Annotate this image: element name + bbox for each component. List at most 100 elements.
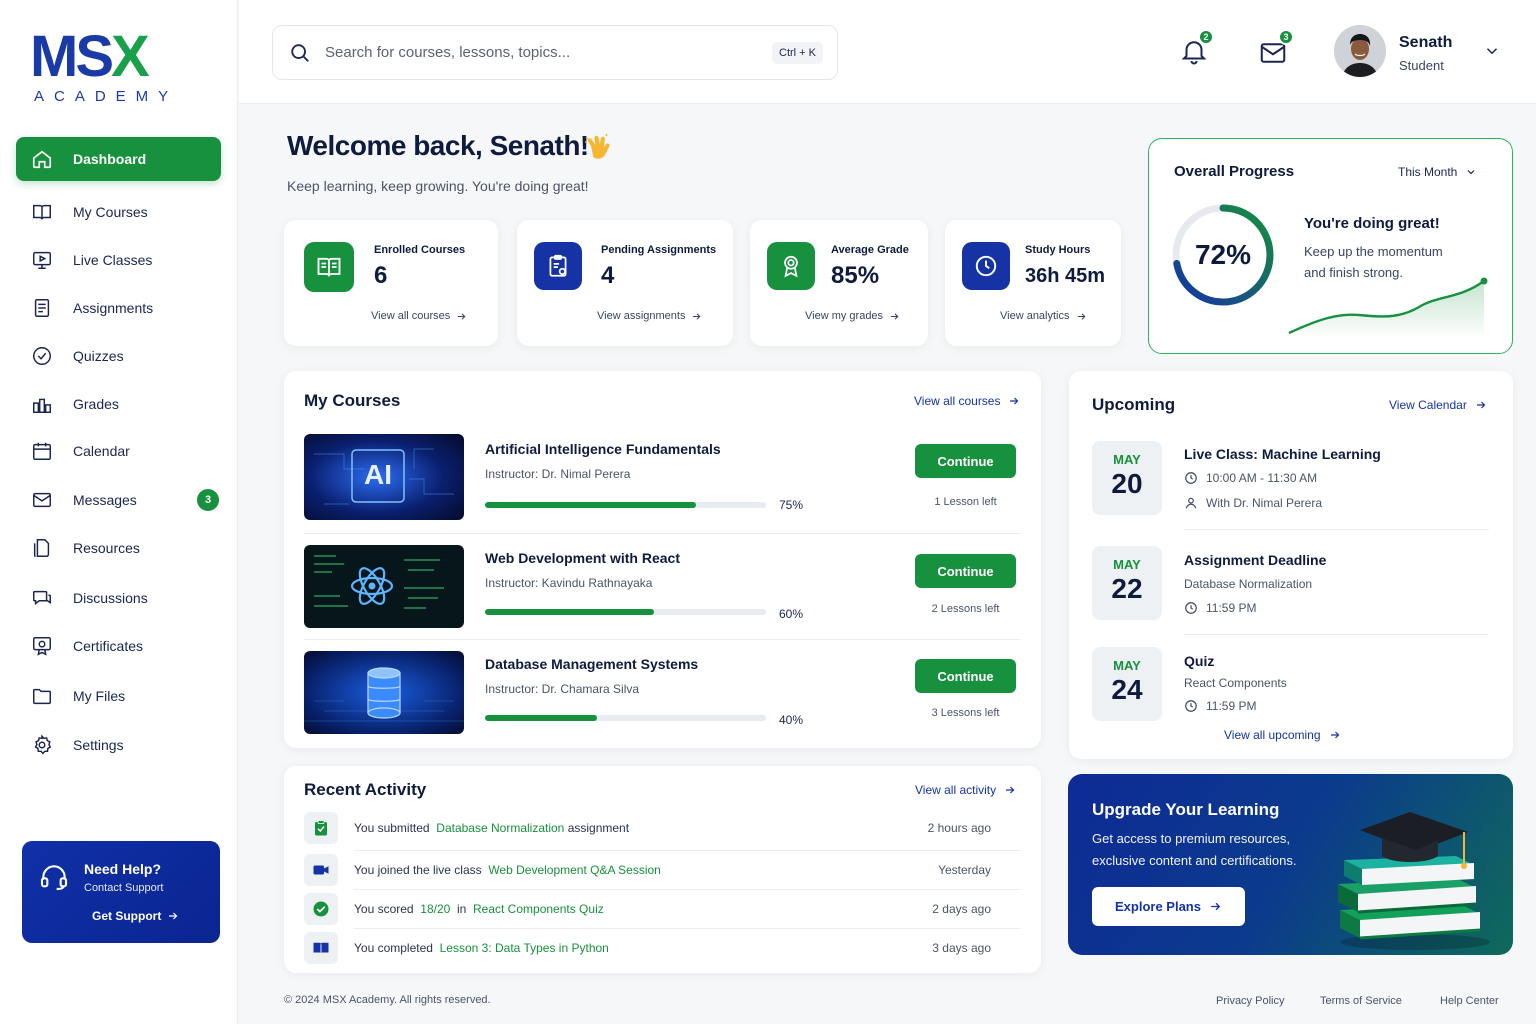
chevron-down-icon [1467,170,1475,175]
chart-icon [33,398,51,413]
lessons-left: 3 Lessons left [931,707,1000,719]
sidebar-item-quizzes[interactable]: Quizzes [16,334,221,378]
upcoming-detail: Database Normalization [1184,577,1312,591]
check-circle-icon [33,347,51,365]
sidebar-item-grades[interactable]: Grades [16,382,221,426]
clipboard-icon [534,242,582,290]
sidebar-item-dashboard[interactable]: Dashboard [16,137,221,181]
activity-highlight[interactable]: Lesson 3: Data Types in Python [440,941,609,955]
date-day: 24 [1111,674,1143,705]
sidebar-item-assignments[interactable]: Assignments [16,286,221,330]
search-input[interactable] [325,44,773,61]
view-all-activity-link[interactable]: View all activity [915,783,1016,797]
activity-pre: You submitted [354,821,430,835]
period-label: This Month [1398,165,1458,179]
activity-row[interactable]: You scored 18/20 in React Components Qui… [304,891,1021,927]
course-thumbnail-react [304,545,464,628]
continue-button[interactable]: Continue [915,444,1016,478]
arrow-right-icon [1476,401,1486,409]
clock-icon [962,242,1010,290]
sidebar-item-my-files[interactable]: My Files [16,674,221,718]
view-analytics-link[interactable]: View analytics [1000,310,1087,322]
date-month: MAY [1113,658,1141,673]
sidebar-item-label: Quizzes [73,348,124,364]
link-label: View all upcoming [1224,728,1321,742]
explore-plans-button[interactable]: Explore Plans [1092,887,1245,926]
detail-text: 11:59 PM [1206,699,1257,713]
overall-progress-card: Overall Progress This Month 72% You're d… [1148,138,1513,354]
continue-button[interactable]: Continue [915,554,1016,588]
activity-highlight[interactable]: Database Normalization [436,821,564,835]
clock-icon [1185,700,1197,712]
graduation-books-illustration [1338,812,1490,950]
help-center-link[interactable]: Help Center [1440,995,1499,1007]
course-row[interactable]: AI Artificial Intelligence Fundamentals … [304,434,1021,522]
activity-text: You scored 18/20 in React Components Qui… [354,902,604,916]
page-subtitle: Keep learning, keep growing. You're doin… [287,178,589,194]
check-badge-icon [304,893,338,925]
logo[interactable]: MSX ACADEMY [30,28,180,106]
activity-highlight[interactable]: React Components Quiz [473,902,604,916]
sidebar-item-my-courses[interactable]: My Courses [16,190,221,234]
stat-value: 4 [601,262,615,289]
view-all-courses-link[interactable]: View all courses [371,310,467,322]
view-all-courses-link[interactable]: View all courses [914,394,1020,408]
activity-time: 2 hours ago [927,821,991,835]
sidebar-item-live-classes[interactable]: Live Classes [16,238,221,282]
view-all-upcoming-link[interactable]: View all upcoming [1224,728,1341,742]
sidebar-item-messages[interactable]: Messages 3 [16,478,221,522]
activity-row[interactable]: You submitted Database Normalization ass… [304,810,1021,846]
section-title: Upcoming [1092,395,1176,414]
link-label: View assignments [597,310,686,322]
sidebar-item-discussions[interactable]: Discussions [16,576,221,620]
sidebar-item-label: My Files [73,688,126,704]
link-label: View all activity [915,783,997,797]
activity-time: 3 days ago [932,941,991,955]
sidebar-item-resources[interactable]: Resources [16,526,221,570]
sidebar-item-label: Settings [73,737,124,753]
view-my-grades-link[interactable]: View my grades [805,310,900,322]
course-progress-percent: 40% [779,713,804,727]
date-month: MAY [1113,557,1141,572]
book-icon [33,204,51,220]
sidebar-item-certificates[interactable]: Certificates [16,624,221,668]
avatar[interactable] [1334,25,1386,77]
progress-sparkline [1288,277,1488,339]
stat-value: 36h 45m [1025,265,1106,287]
gear-icon [34,734,52,755]
terms-of-service-link[interactable]: Terms of Service [1320,995,1402,1007]
activity-pre: You completed [354,941,433,955]
course-name: Web Development with React [485,550,681,566]
course-progress-fill [485,609,654,615]
activity-highlight[interactable]: Web Development Q&A Session [488,863,661,877]
view-assignments-link[interactable]: View assignments [597,310,702,322]
sidebar-item-calendar[interactable]: Calendar [16,429,221,473]
sidebar-item-label: Resources [73,540,140,556]
clipboard-check-icon [304,812,338,844]
privacy-policy-link[interactable]: Privacy Policy [1216,995,1284,1007]
date-badge: MAY 24 [1092,647,1162,721]
course-thumbnail-database [304,651,464,734]
certificate-icon [33,637,51,656]
user-name[interactable]: Senath [1399,34,1452,52]
date-badge: MAY 20 [1092,441,1162,515]
sidebar-item-label: Assignments [73,300,154,316]
activity-row[interactable]: You completed Lesson 3: Data Types in Py… [304,930,1021,966]
search-bar[interactable]: Ctrl + K [272,25,838,80]
get-support-button[interactable]: Get Support [92,909,179,923]
course-row[interactable]: Database Management Systems Instructor: … [304,651,1021,735]
help-card: Need Help? Contact Support Get Support [22,841,220,943]
activity-text: You submitted Database Normalization ass… [354,821,629,835]
activity-time: 2 days ago [932,902,991,916]
activity-row[interactable]: You joined the live class Web Developmen… [304,852,1021,888]
period-select[interactable]: This Month [1398,165,1477,179]
arrow-right-icon [890,312,899,320]
activity-pre: You joined the live class [354,863,482,877]
continue-button[interactable]: Continue [915,659,1016,693]
sidebar-item-settings[interactable]: Settings [16,723,221,767]
chevron-down-icon[interactable] [1483,42,1501,60]
view-calendar-link[interactable]: View Calendar [1389,398,1487,412]
course-row[interactable]: Web Development with React Instructor: K… [304,545,1021,629]
detail-text: React Components [1184,676,1287,690]
row-divider [354,928,1021,929]
